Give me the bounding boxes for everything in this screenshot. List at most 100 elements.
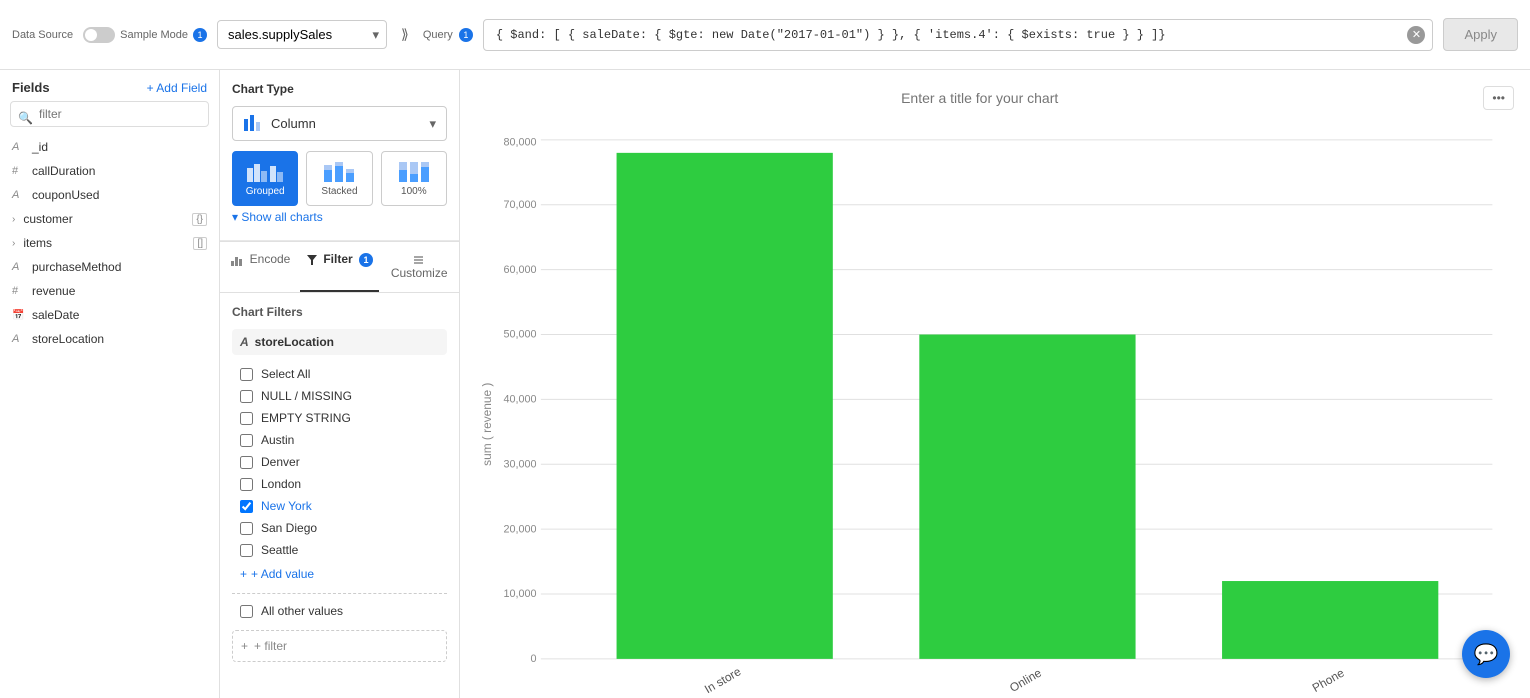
sample-mode-label: Sample Mode: [120, 29, 188, 41]
field-item-revenue[interactable]: # revenue: [0, 279, 219, 303]
svg-text:80,000: 80,000: [504, 136, 537, 148]
chart-type-select[interactable]: Column ▾: [232, 106, 447, 141]
filter-field-header: A storeLocation: [232, 329, 447, 355]
checkbox-seattle[interactable]: [240, 544, 253, 557]
chart-type-title: Chart Type: [232, 82, 447, 96]
checkbox-all-other[interactable]: [240, 605, 253, 618]
svg-text:Online: Online: [1007, 665, 1044, 694]
field-icon-saledate: 📅: [12, 310, 26, 321]
filter-option-sandiego[interactable]: San Diego: [232, 517, 447, 539]
query-input[interactable]: [483, 19, 1434, 51]
chevron-down-icon: ▾: [232, 210, 241, 224]
svg-text:20,000: 20,000: [504, 523, 537, 535]
filter-tab-badge: 1: [359, 253, 373, 267]
checkbox-sandiego[interactable]: [240, 522, 253, 535]
checkbox-london[interactable]: [240, 478, 253, 491]
filter-option-denver[interactable]: Denver: [232, 451, 447, 473]
svg-text:In store: In store: [702, 664, 744, 696]
field-item-purchasemethod[interactable]: A purchaseMethod: [0, 255, 219, 279]
chart-variants: Grouped Stacked: [232, 151, 447, 206]
datasource-select-wrapper: sales.supplySales: [217, 20, 387, 49]
svg-text:30,000: 30,000: [504, 459, 537, 471]
field-item-customer[interactable]: › customer {}: [0, 207, 219, 231]
top-bar: Data Source Sample Mode 1 sales.supplySa…: [0, 0, 1530, 70]
svg-text:Phone: Phone: [1310, 665, 1347, 694]
field-name-items: items: [23, 236, 187, 250]
add-value-btn[interactable]: + + Add value: [232, 561, 447, 587]
field-name-saledate: saleDate: [32, 308, 207, 322]
fields-filter-input[interactable]: [10, 101, 209, 127]
field-item-saledate[interactable]: 📅 saleDate: [0, 303, 219, 327]
show-all-charts-button[interactable]: ▾ Show all charts: [232, 206, 323, 228]
sample-mode-badge: 1: [193, 28, 207, 42]
variant-label-grouped: Grouped: [246, 186, 285, 197]
add-filter-row[interactable]: + + filter: [232, 630, 447, 662]
bar-online[interactable]: [919, 335, 1135, 659]
svg-text:60,000: 60,000: [504, 264, 537, 276]
tab-encode[interactable]: Encode: [220, 242, 300, 292]
filter-section: Chart Filters A storeLocation Select All…: [220, 293, 459, 674]
chart-type-arrow: ▾: [429, 116, 436, 132]
checkbox-newyork[interactable]: [240, 500, 253, 513]
checkbox-null[interactable]: [240, 390, 253, 403]
chevron-icon-customer: ›: [12, 214, 15, 225]
chat-button[interactable]: 💬: [1462, 630, 1510, 678]
chart-variant-100pct[interactable]: 100%: [381, 151, 447, 206]
query-label: Query 1: [423, 28, 473, 42]
datasource-select[interactable]: sales.supplySales: [217, 20, 387, 49]
sample-mode-toggle[interactable]: Sample Mode 1: [83, 27, 207, 43]
field-name-customer: customer: [23, 212, 186, 226]
svg-text:0: 0: [531, 653, 537, 665]
bar-in-store[interactable]: [617, 153, 833, 659]
field-item-couponused[interactable]: A couponUsed: [0, 183, 219, 207]
filter-option-austin[interactable]: Austin: [232, 429, 447, 451]
apply-button[interactable]: Apply: [1443, 18, 1518, 51]
tab-filter[interactable]: Filter 1: [300, 242, 380, 292]
field-type-items: []: [193, 237, 207, 250]
filter-field-name: storeLocation: [255, 335, 334, 349]
checkbox-denver[interactable]: [240, 456, 253, 469]
chart-title-input[interactable]: [476, 90, 1483, 106]
field-item-items[interactable]: › items []: [0, 231, 219, 255]
query-clear-btn[interactable]: ✕: [1407, 26, 1425, 44]
chart-content: sum ( revenue ) 0 10,000 20,000 30,000 4…: [476, 120, 1514, 698]
sample-mode-switch[interactable]: [83, 27, 115, 43]
chart-type-icon: [243, 113, 263, 134]
svg-text:40,000: 40,000: [504, 394, 537, 406]
filter-option-null[interactable]: NULL / MISSING: [232, 385, 447, 407]
filter-option-london[interactable]: London: [232, 473, 447, 495]
filter-option-newyork[interactable]: New York: [232, 495, 447, 517]
checkbox-austin[interactable]: [240, 434, 253, 447]
filter-option-select-all[interactable]: Select All: [232, 363, 447, 385]
chart-variant-stacked[interactable]: Stacked: [306, 151, 372, 206]
add-field-button[interactable]: + Add Field: [147, 81, 207, 95]
panel-tabs: Encode Filter 1 Customize: [220, 241, 459, 293]
field-icon-id: A: [12, 141, 26, 153]
field-name-storelocation: storeLocation: [32, 332, 207, 346]
chart-menu-button[interactable]: •••: [1483, 86, 1514, 110]
checkbox-empty[interactable]: [240, 412, 253, 425]
filter-option-empty[interactable]: EMPTY STRING: [232, 407, 447, 429]
chart-title-row: •••: [476, 86, 1514, 110]
field-item-id[interactable]: A _id: [0, 135, 219, 159]
field-item-callduration[interactable]: # callDuration: [0, 159, 219, 183]
filter-option-all-other[interactable]: All other values: [232, 600, 447, 622]
chat-icon: 💬: [1474, 642, 1499, 667]
checkbox-select-all[interactable]: [240, 368, 253, 381]
filter-field-icon: A: [240, 335, 249, 349]
middle-panel: Chart Type Column ▾: [220, 70, 460, 698]
datasource-arrow-btn[interactable]: ⟫: [397, 22, 413, 47]
svg-text:70,000: 70,000: [504, 199, 537, 211]
fields-title: Fields: [12, 80, 50, 95]
chart-area: ••• sum ( revenue ) 0 10,000 20,000 30,0…: [460, 70, 1530, 698]
chart-variant-grouped[interactable]: Grouped: [232, 151, 298, 206]
bar-phone[interactable]: [1222, 581, 1438, 659]
filter-option-seattle[interactable]: Seattle: [232, 539, 447, 561]
field-name-couponused: couponUsed: [32, 188, 207, 202]
field-icon-purchasemethod: A: [12, 261, 26, 273]
tab-customize[interactable]: Customize: [379, 242, 459, 292]
fields-list: A _id # callDuration A couponUsed › cust…: [0, 135, 219, 698]
field-type-customer: {}: [192, 213, 207, 226]
svg-text:50,000: 50,000: [504, 329, 537, 341]
field-item-storelocation[interactable]: A storeLocation: [0, 327, 219, 351]
